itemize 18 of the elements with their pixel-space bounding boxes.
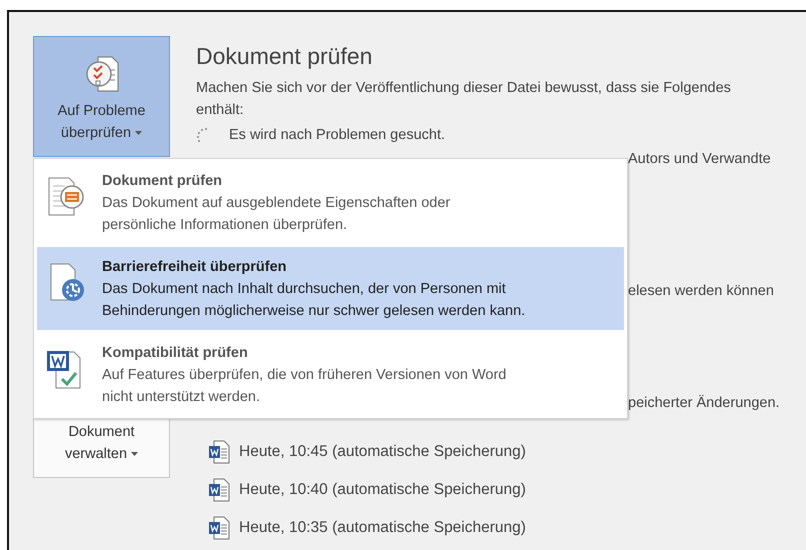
- menu-item[interactable]: Dokument prüfen Das Dokument auf ausgeblendete Eigenschaften oder persönliche Informationen überprüfen.: [37, 161, 624, 244]
- version-link[interactable]: Heute, 10:40 (automatische Speicherung): [239, 481, 526, 499]
- caret-icon: [135, 131, 142, 136]
- version-link[interactable]: Heute, 10:35 (automatische Speicherung): [239, 519, 526, 537]
- word-document-icon: [208, 440, 230, 464]
- description-text: enthält:: [196, 101, 245, 120]
- version-link[interactable]: Heute, 10:45 (automatische Speicherung): [239, 443, 526, 461]
- caret-icon: [131, 452, 138, 456]
- word-document-icon: [208, 478, 230, 502]
- body-text: elesen werden können: [628, 282, 775, 301]
- status-text: Es wird nach Problemen gesucht.: [229, 126, 445, 145]
- menu-item[interactable]: Barrierefreiheit überprüfen Das Dokument nach Inhalt durchsuchen, der von Personen mit Behinderungen möglicherweise nur schwer gelesen werden kann.: [37, 247, 624, 330]
- body-text: peicherter Änderungen.: [628, 394, 780, 413]
- ribbon-button[interactable]: Auf Probleme überprüfen: [33, 36, 170, 157]
- body-text: Autors und Verwandte: [628, 150, 772, 169]
- word-document-icon: [208, 516, 230, 540]
- section-title: Dokument prüfen: [196, 42, 374, 71]
- description-text: Machen Sie sich vor der Veröffentlichung dieser Datei bewusst, dass sie Folgendes: [196, 79, 732, 98]
